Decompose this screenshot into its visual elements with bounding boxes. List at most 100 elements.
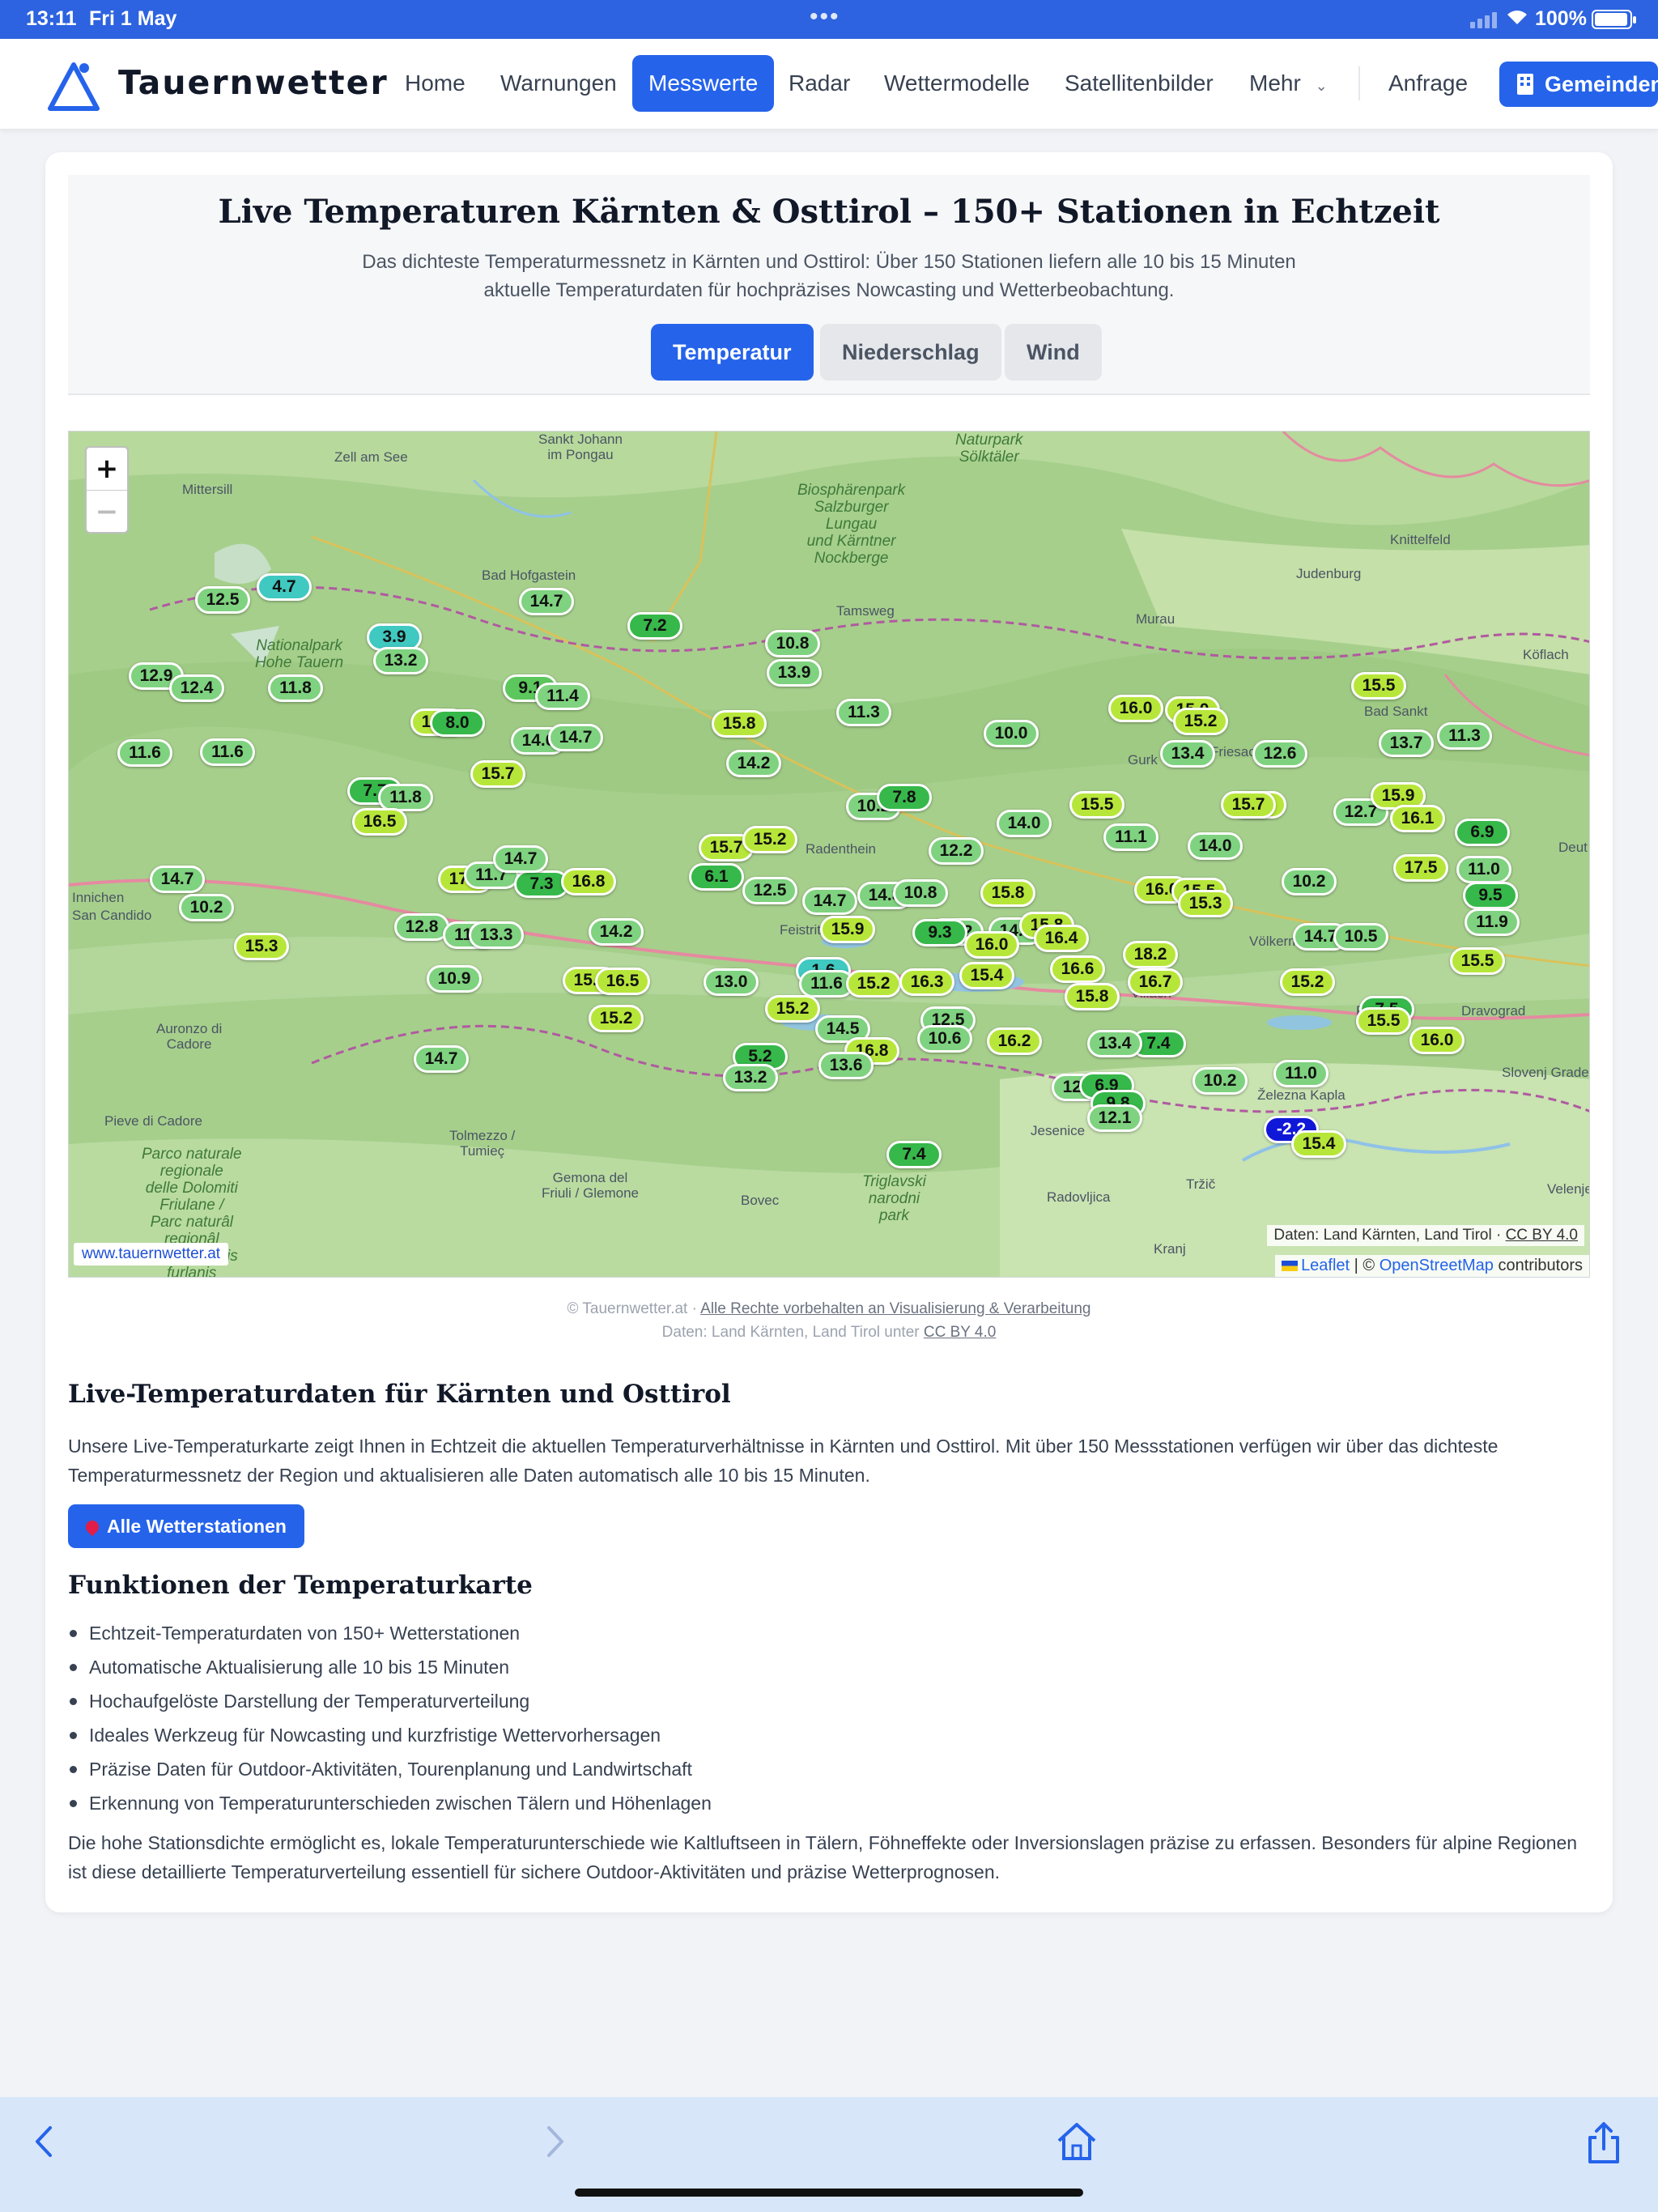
share-icon[interactable] — [1587, 2121, 1621, 2174]
temperature-marker[interactable]: 15.4 — [959, 962, 1014, 989]
temperature-marker[interactable]: 13.0 — [704, 968, 759, 996]
nav-satellitenbilder[interactable]: Satellitenbilder — [1048, 55, 1230, 112]
temperature-marker[interactable]: 13.7 — [1379, 730, 1434, 757]
temperature-marker[interactable]: 11.8 — [378, 784, 433, 811]
license-link[interactable]: CC BY 4.0 — [1506, 1227, 1578, 1244]
temperature-marker[interactable]: 16.8 — [561, 868, 616, 895]
temperature-marker[interactable]: 4.7 — [257, 573, 312, 601]
temperature-marker[interactable]: 15.2 — [1173, 708, 1228, 735]
temperature-marker[interactable]: 11.0 — [1273, 1060, 1329, 1087]
temperature-marker[interactable]: 15.9 — [820, 916, 875, 943]
temperature-marker[interactable]: 10.2 — [1192, 1067, 1248, 1095]
logo-icon[interactable] — [45, 57, 102, 113]
temperature-marker[interactable]: 14.2 — [726, 750, 781, 777]
forward-icon[interactable] — [544, 2121, 568, 2171]
nav-messwerte[interactable]: Messwerte — [632, 55, 775, 112]
temperature-marker[interactable]: 17.5 — [1393, 854, 1448, 882]
temperature-marker[interactable]: 10.8 — [893, 879, 948, 907]
temperature-marker[interactable]: 16.5 — [352, 808, 407, 836]
temperature-marker[interactable]: 12.5 — [195, 586, 250, 614]
temperature-marker[interactable]: 7.4 — [886, 1141, 942, 1168]
temperature-marker[interactable]: 9.5 — [1463, 882, 1518, 909]
temperature-marker[interactable]: 15.2 — [765, 995, 820, 1023]
temperature-marker[interactable]: 15.2 — [1280, 968, 1335, 996]
temperature-marker[interactable]: 15.7 — [1221, 791, 1276, 819]
temperature-marker[interactable]: 15.2 — [742, 826, 797, 853]
gemeinden-button[interactable]: Gemeinden — [1499, 62, 1658, 107]
temperature-marker[interactable]: 11.3 — [1437, 722, 1492, 750]
temperature-marker[interactable]: 14.7 — [548, 724, 603, 751]
temperature-marker[interactable]: 16.1 — [1390, 805, 1445, 832]
temperature-marker[interactable]: 13.2 — [723, 1064, 778, 1091]
temperature-marker[interactable]: 18.2 — [1123, 941, 1178, 968]
temperature-marker[interactable]: 15.8 — [1065, 983, 1120, 1010]
nav-radar[interactable]: Radar — [772, 55, 866, 112]
temperature-marker[interactable]: 8.0 — [430, 709, 485, 737]
temperature-marker[interactable]: 10.2 — [179, 894, 234, 921]
temperature-marker[interactable]: 16.5 — [595, 968, 650, 995]
temperature-marker[interactable]: 13.6 — [818, 1052, 874, 1079]
temperature-marker[interactable]: 15.8 — [712, 710, 767, 738]
temperature-marker[interactable]: 16.2 — [987, 1027, 1042, 1055]
temperature-marker[interactable]: 15.5 — [1351, 672, 1406, 700]
temperature-marker[interactable]: 11.9 — [1465, 908, 1520, 936]
temperature-marker[interactable]: 12.4 — [169, 674, 224, 702]
temperature-marker[interactable]: 16.3 — [899, 968, 954, 996]
nav-anfrage[interactable]: Anfrage — [1372, 55, 1484, 112]
temperature-marker[interactable]: 14.7 — [150, 866, 205, 893]
temperature-marker[interactable]: 16.0 — [1108, 695, 1163, 722]
temperature-marker[interactable]: 15.3 — [1178, 890, 1233, 917]
nav-wettermodelle[interactable]: Wettermodelle — [868, 55, 1046, 112]
temperature-marker[interactable]: 10.2 — [1282, 868, 1337, 895]
temperature-marker[interactable]: 13.4 — [1160, 740, 1215, 768]
temperature-marker[interactable]: 13.2 — [373, 647, 428, 674]
tab-wind[interactable]: Wind — [1005, 324, 1102, 381]
temperature-marker[interactable]: 14.0 — [997, 810, 1052, 837]
temperature-marker[interactable]: 16.6 — [1050, 955, 1105, 983]
cc-license-link[interactable]: CC BY 4.0 — [924, 1324, 996, 1341]
temperature-marker[interactable]: 11.6 — [200, 738, 255, 766]
temperature-marker[interactable]: 14.0 — [1188, 832, 1243, 860]
temperature-marker[interactable]: 15.7 — [470, 760, 525, 788]
all-stations-button[interactable]: Alle Wetterstationen — [68, 1504, 304, 1548]
multitask-dots-icon[interactable]: ••• — [810, 3, 840, 31]
zoom-out-button[interactable]: − — [87, 490, 127, 532]
temperature-marker[interactable]: 15.8 — [980, 879, 1035, 907]
temperature-marker[interactable]: 16.4 — [1034, 925, 1089, 952]
temperature-marker[interactable]: 10.0 — [984, 720, 1039, 747]
temperature-marker[interactable]: 14.7 — [519, 588, 574, 615]
openstreetmap-link[interactable]: OpenStreetMap — [1380, 1257, 1494, 1274]
temperature-marker[interactable]: 12.1 — [1087, 1104, 1142, 1132]
temperature-marker[interactable]: 10.6 — [917, 1025, 972, 1053]
temperature-marker[interactable]: 6.9 — [1455, 819, 1510, 846]
temperature-marker[interactable]: 7.8 — [877, 784, 932, 811]
temperature-marker[interactable]: 10.8 — [765, 630, 820, 657]
temperature-marker[interactable]: 15.2 — [589, 1005, 644, 1032]
zoom-in-button[interactable]: + — [87, 448, 127, 490]
tab-niederschlag[interactable]: Niederschlag — [820, 324, 1001, 381]
temperature-marker[interactable]: 15.5 — [1450, 947, 1505, 975]
temperature-marker[interactable]: 15.5 — [1069, 791, 1124, 819]
nav-home[interactable]: Home — [389, 55, 482, 112]
temperature-marker[interactable]: 9.3 — [912, 919, 967, 946]
temperature-map[interactable]: + − Sankt Johann im Pongau Zell am See Mitt… — [68, 431, 1590, 1278]
leaflet-link[interactable]: Leaflet — [1301, 1257, 1350, 1274]
temperature-marker[interactable]: 11.0 — [1456, 856, 1511, 883]
temperature-marker[interactable]: 14.7 — [414, 1045, 469, 1073]
tab-temperatur[interactable]: Temperatur — [651, 324, 814, 381]
temperature-marker[interactable]: 7.2 — [627, 612, 682, 640]
home-icon[interactable] — [1056, 2121, 1098, 2171]
temperature-marker[interactable]: 15.3 — [234, 933, 289, 960]
temperature-marker[interactable]: 16.0 — [964, 931, 1019, 959]
temperature-marker[interactable]: 12.5 — [742, 877, 797, 904]
temperature-marker[interactable]: 15.2 — [846, 970, 901, 998]
temperature-marker[interactable]: 13.9 — [767, 659, 822, 687]
temperature-marker[interactable]: 15.4 — [1291, 1130, 1346, 1158]
temperature-marker[interactable]: 15.5 — [1356, 1007, 1411, 1035]
temperature-marker[interactable]: 14.7 — [802, 887, 857, 915]
temperature-marker[interactable]: 16.7 — [1128, 968, 1183, 996]
temperature-marker[interactable]: 13.3 — [469, 921, 524, 949]
temperature-marker[interactable]: 14.2 — [589, 918, 644, 946]
temperature-marker[interactable]: 14.7 — [493, 845, 548, 873]
temperature-marker[interactable]: 11.8 — [268, 674, 323, 702]
